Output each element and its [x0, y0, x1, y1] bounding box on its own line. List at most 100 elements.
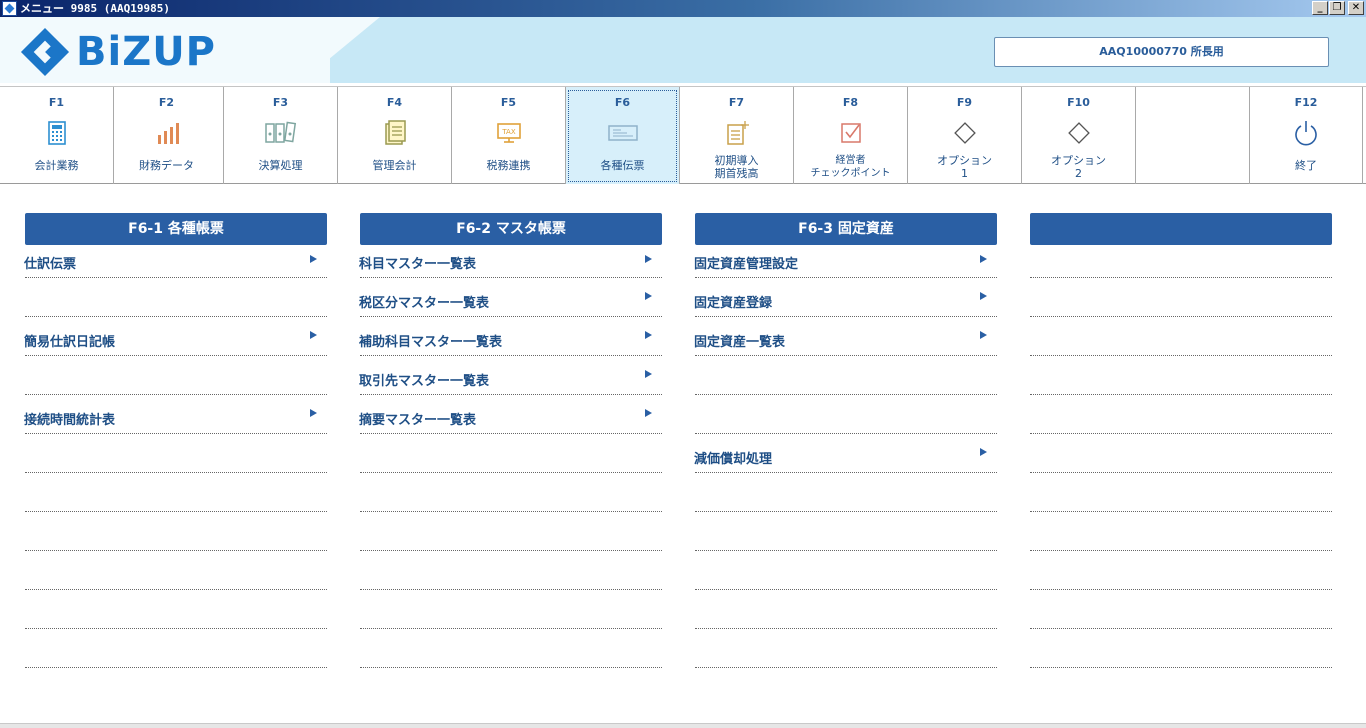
menu-item-empty	[25, 356, 327, 395]
fkey-code: F8	[842, 96, 859, 109]
menu-item-empty	[360, 512, 662, 551]
menu-item[interactable]: 接続時間統計表	[24, 395, 327, 434]
bar-chart-icon	[157, 123, 179, 144]
arrow-right-icon	[645, 331, 652, 339]
logo-icon	[20, 27, 70, 77]
panel-empty	[1030, 213, 1332, 668]
arrow-right-icon	[310, 331, 317, 339]
menu-item-label: 取引先マスター一覧表	[359, 374, 490, 389]
menu-item-label: 接続時間統計表	[24, 413, 116, 428]
fkey-label-line2: 2	[1075, 167, 1082, 180]
panel-rows: 科目マスター一覧表 税区分マスター一覧表 補助科目マスター一覧表 取引先マスター…	[359, 245, 662, 668]
menu-item[interactable]: 固定資産管理設定	[694, 245, 997, 278]
menu-item-empty	[695, 512, 997, 551]
menu-item-empty	[25, 629, 327, 668]
menu-item-empty	[1030, 590, 1332, 629]
bizup-logo: BiZUP	[20, 27, 216, 77]
menu-item[interactable]: 税区分マスター一覧表	[359, 278, 662, 317]
fkey-label: 終了	[1295, 159, 1317, 172]
fkey-label-line1: オプション	[937, 154, 992, 167]
checkbox-icon	[840, 123, 861, 143]
fkey-f5[interactable]: F5 TAX 税務連携	[452, 87, 566, 184]
minimize-button[interactable]: _	[1312, 1, 1328, 15]
menu-item-empty	[25, 590, 327, 629]
menu-item-empty	[1030, 356, 1332, 395]
fkey-label-line1: オプション	[1051, 154, 1106, 167]
menu-item[interactable]: 摘要マスター一覧表	[359, 395, 662, 434]
menu-item[interactable]: 補助科目マスター一覧表	[359, 317, 662, 356]
fkey-code: F7	[728, 96, 745, 109]
fkey-label: オプション 2	[1022, 154, 1135, 180]
fkey-label-line2: 期首残高	[714, 167, 759, 180]
menu-item-empty	[695, 395, 997, 434]
menu-item-empty	[695, 629, 997, 668]
menu-item-empty	[695, 551, 997, 590]
fkey-label-line2: 1	[961, 167, 968, 180]
menu-item-empty	[1030, 395, 1332, 434]
header-banner: BiZUP AAQ10000770 所長用	[0, 17, 1366, 83]
calculator-icon	[47, 121, 66, 145]
fkey-f10[interactable]: F10 オプション 2	[1022, 87, 1136, 184]
menu-item-empty	[25, 512, 327, 551]
menu-item-empty	[25, 434, 327, 473]
menu-item-empty	[25, 551, 327, 590]
close-button[interactable]: ✕	[1348, 1, 1364, 15]
diamond-icon	[1067, 122, 1090, 144]
menu-item-label: 仕訳伝票	[24, 257, 77, 272]
function-key-toolbar: F1 会計業務 F2 財務データ F3 決算処理 F4 管理会計 F5 TAX …	[0, 86, 1366, 184]
fkey-code: F4	[386, 96, 403, 109]
fkey-f1[interactable]: F1 会計業務	[0, 87, 114, 184]
menu-item[interactable]: 科目マスター一覧表	[359, 245, 662, 278]
menu-item-label: 科目マスター一覧表	[359, 257, 477, 272]
fkey-f6[interactable]: F6 各種伝票	[566, 87, 680, 184]
menu-item[interactable]: 簡易仕訳日記帳	[24, 317, 327, 356]
menu-item[interactable]: 固定資産一覧表	[694, 317, 997, 356]
menu-item-empty	[25, 278, 327, 317]
menu-item[interactable]: 取引先マスター一覧表	[359, 356, 662, 395]
menu-item-empty	[695, 473, 997, 512]
window-title: メニュー 9985 (AAQ19985)	[20, 2, 170, 15]
menu-item-label: 補助科目マスター一覧表	[359, 335, 503, 350]
menu-item-label: 減価償却処理	[694, 452, 773, 467]
fkey-code: F9	[956, 96, 973, 109]
fkey-label: 管理会計	[372, 159, 417, 172]
fkey-f7[interactable]: F7 初期導入 期首残高	[680, 87, 794, 184]
arrow-right-icon	[980, 331, 987, 339]
menu-item-label: 簡易仕訳日記帳	[24, 335, 116, 350]
fkey-label: 会計業務	[34, 159, 79, 172]
fkey-label: 決算処理	[258, 159, 303, 172]
arrow-right-icon	[645, 292, 652, 300]
menu-item[interactable]: 固定資産登録	[694, 278, 997, 317]
fkey-f8[interactable]: F8 経営者 チェックポイント	[794, 87, 908, 184]
fkey-f3[interactable]: F3 決算処理	[224, 87, 338, 184]
arrow-right-icon	[980, 255, 987, 263]
panel-header	[1030, 213, 1332, 245]
panel-f6-2: F6-2 マスタ帳票 科目マスター一覧表 税区分マスター一覧表 補助科目マスター…	[359, 213, 662, 668]
fkey-f9[interactable]: F9 オプション 1	[908, 87, 1022, 184]
menu-item[interactable]: 仕訳伝票	[24, 245, 327, 278]
menu-item-empty	[1030, 473, 1332, 512]
menu-item-label: 固定資産一覧表	[694, 335, 786, 350]
fkey-code: F6	[614, 96, 631, 109]
fkey-label: 経営者 チェックポイント	[794, 154, 907, 180]
menu-item-label: 固定資産登録	[694, 296, 773, 311]
arrow-right-icon	[645, 370, 652, 378]
status-bar	[0, 723, 1366, 728]
fkey-code: F1	[48, 96, 65, 109]
menu-item-empty	[360, 629, 662, 668]
menu-item-label: 税区分マスター一覧表	[359, 296, 490, 311]
fkey-label: 財務データ	[139, 159, 194, 172]
panel-f6-3: F6-3 固定資産 固定資産管理設定 固定資産登録 固定資産一覧表 減価償却処理	[694, 213, 997, 668]
fkey-f12[interactable]: F12 終了	[1250, 87, 1363, 184]
fkey-f4[interactable]: F4 管理会計	[338, 87, 452, 184]
fkey-f2[interactable]: F2 財務データ	[110, 87, 224, 184]
fkey-code: F3	[272, 96, 289, 109]
arrow-right-icon	[645, 255, 652, 263]
panel-rows	[1030, 245, 1332, 668]
panel-rows: 仕訳伝票 簡易仕訳日記帳 接続時間統計表	[24, 245, 327, 668]
menu-item-empty	[25, 473, 327, 512]
restore-button[interactable]: ❐	[1329, 1, 1345, 15]
svg-text:TAX: TAX	[501, 128, 516, 136]
menu-item[interactable]: 減価償却処理	[694, 434, 997, 473]
fkey-code: F5	[500, 96, 517, 109]
